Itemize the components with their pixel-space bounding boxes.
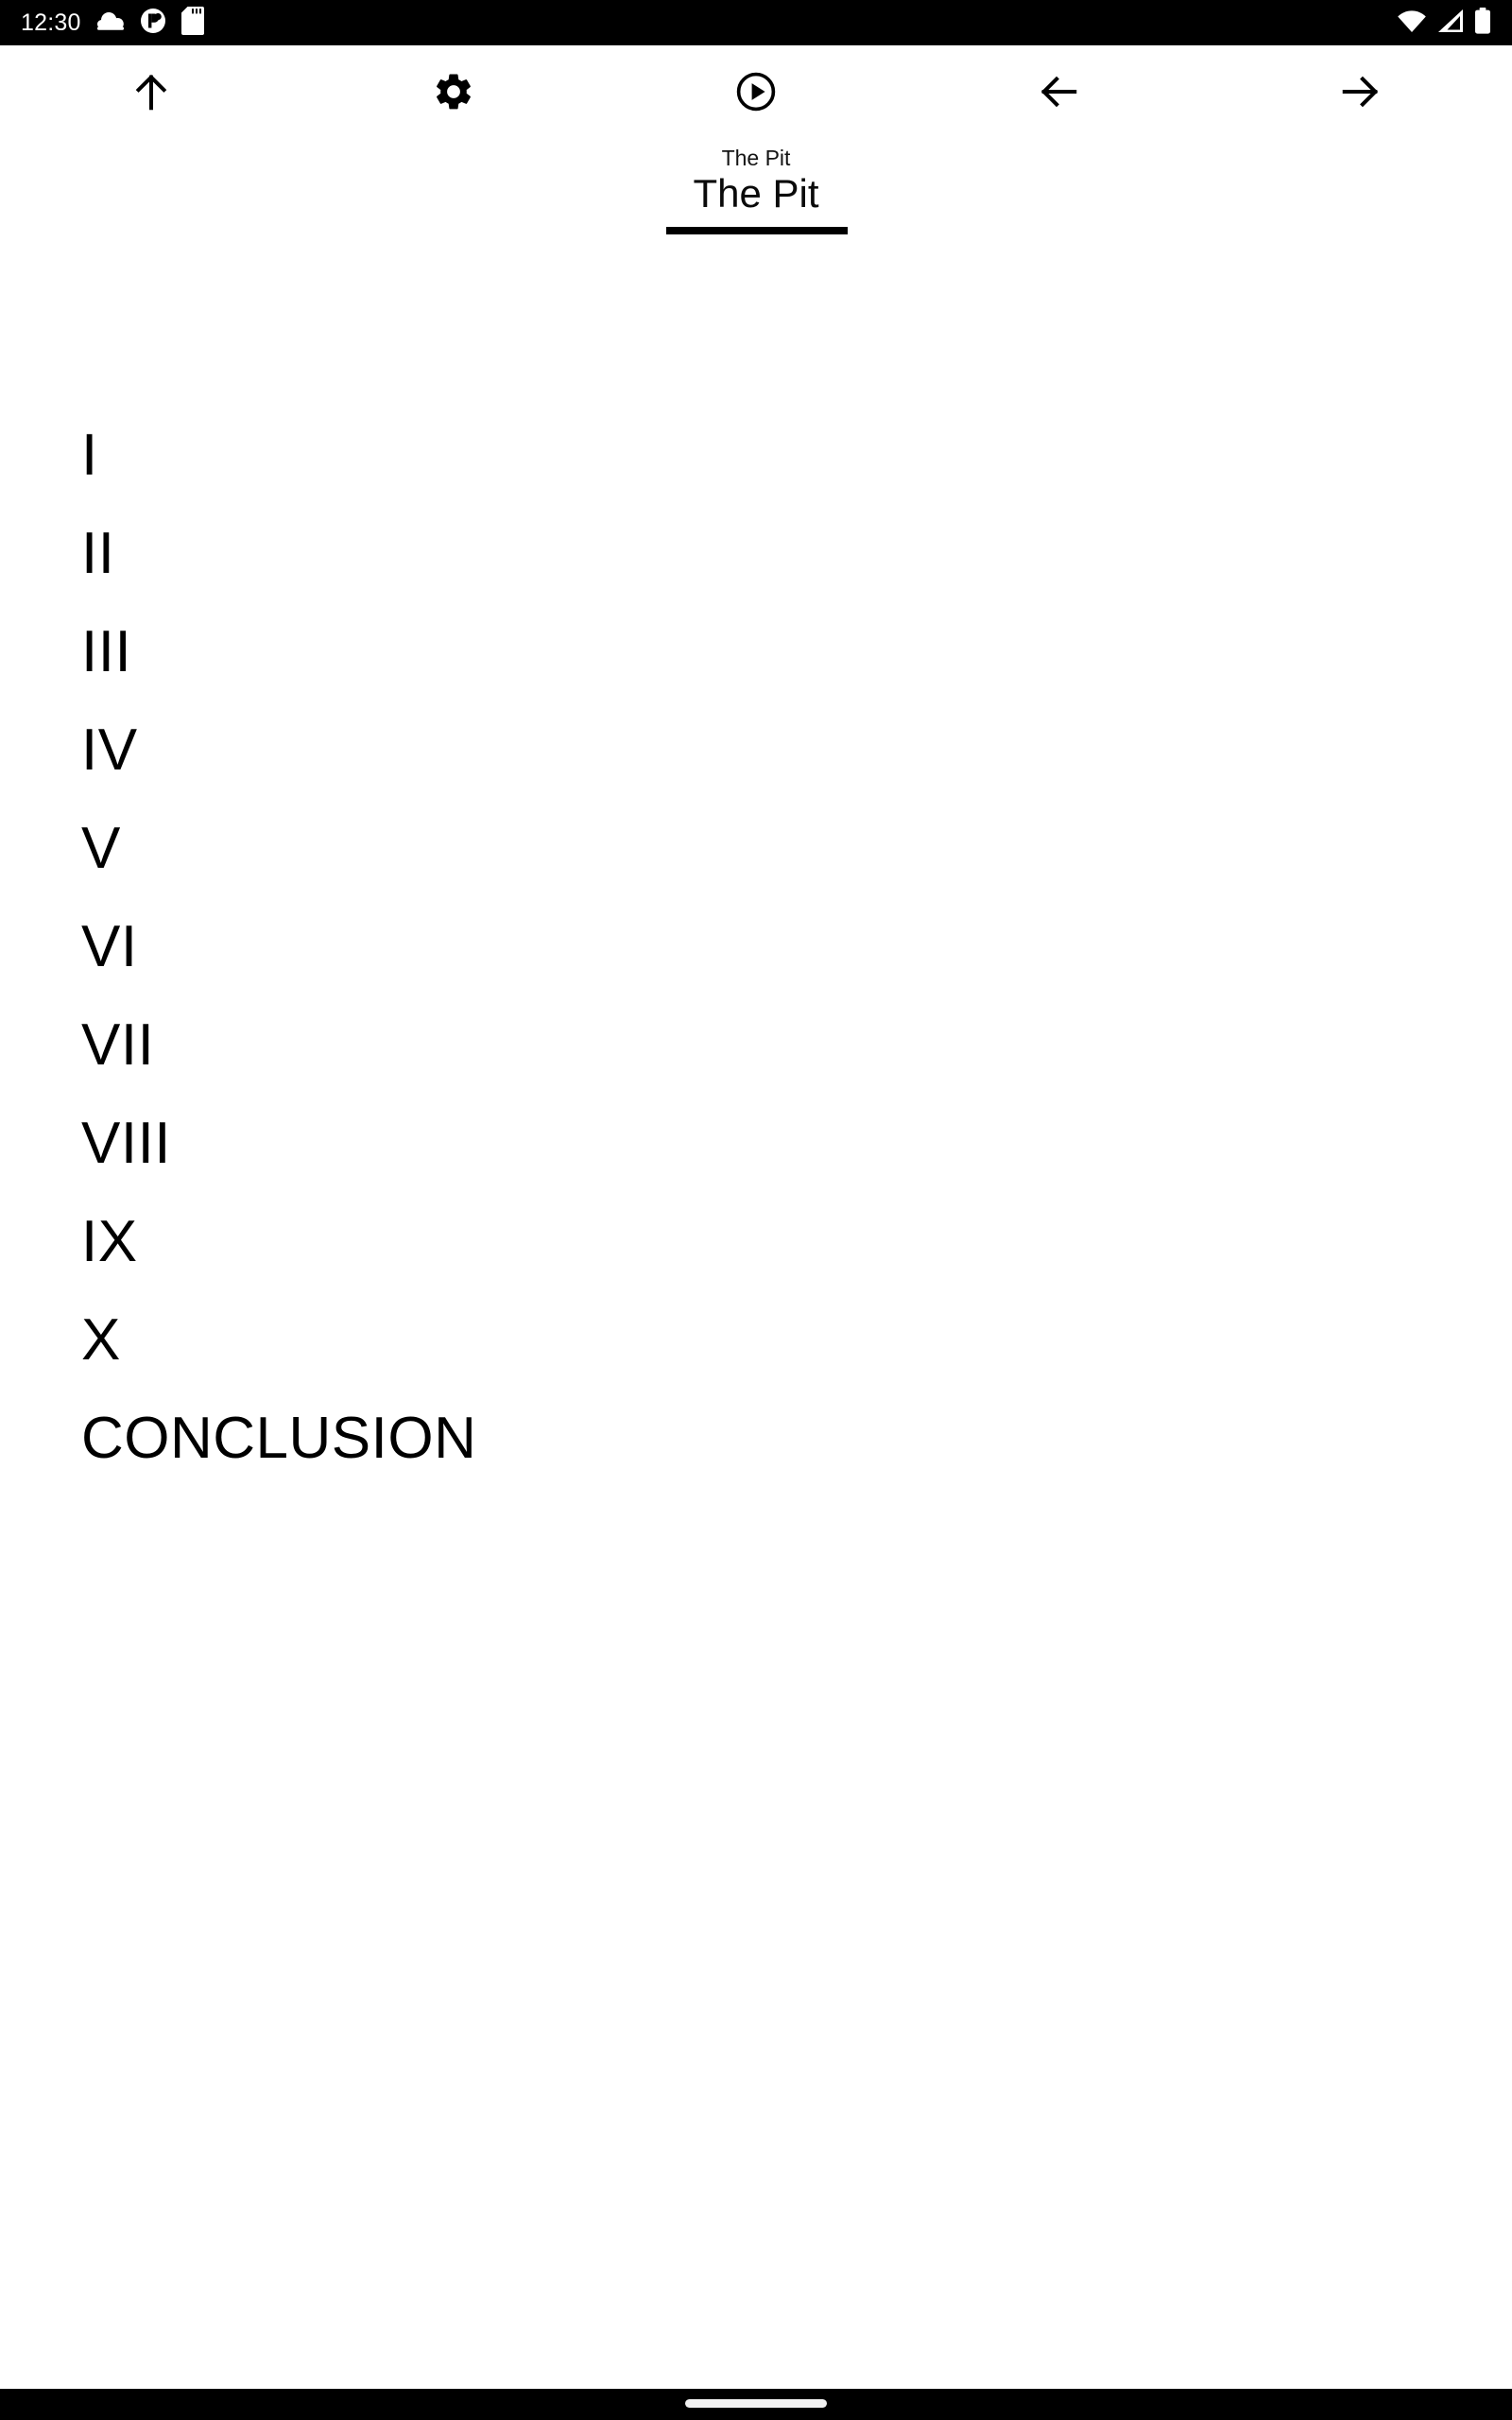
battery-icon: [1474, 7, 1491, 39]
status-bar: 12:30: [0, 0, 1512, 45]
status-bar-left: 12:30: [21, 6, 204, 40]
title-area: The Pit The Pit: [0, 140, 1512, 234]
cellular-signal-icon: [1436, 9, 1465, 38]
play-button[interactable]: [699, 45, 813, 140]
home-indicator[interactable]: [685, 2399, 827, 2408]
scroll-to-top-button[interactable]: [94, 45, 208, 140]
back-button[interactable]: [1002, 45, 1115, 140]
app-screen: 12:30 The Pit The Pit I II III IV V VI V…: [0, 0, 1512, 2420]
gear-icon: [432, 70, 475, 116]
sd-card-icon: [180, 6, 204, 40]
list-item[interactable]: III: [0, 603, 1512, 701]
arrow-right-icon: [1339, 70, 1383, 116]
table-of-contents: I II III IV V VI VII VIII IX X CONCLUSIO…: [0, 406, 1512, 1488]
book-title-label: The Pit: [721, 146, 791, 170]
status-clock: 12:30: [21, 9, 81, 36]
wifi-icon: [1397, 9, 1427, 38]
status-bar-right: [1397, 7, 1491, 39]
list-item[interactable]: IV: [0, 701, 1512, 800]
list-item[interactable]: CONCLUSION: [0, 1390, 1512, 1488]
list-item[interactable]: IX: [0, 1193, 1512, 1291]
arrow-up-icon: [129, 70, 173, 116]
list-item[interactable]: I: [0, 406, 1512, 505]
list-item[interactable]: VII: [0, 996, 1512, 1095]
list-item[interactable]: II: [0, 505, 1512, 603]
notification-circle-icon: [140, 8, 166, 39]
list-item[interactable]: X: [0, 1291, 1512, 1390]
list-item[interactable]: VI: [0, 898, 1512, 996]
list-item[interactable]: V: [0, 800, 1512, 898]
arrow-left-icon: [1037, 70, 1080, 116]
tab-label: The Pit: [693, 174, 819, 216]
tab-the-pit[interactable]: The Pit: [662, 174, 850, 234]
cloud-icon: [96, 9, 125, 38]
system-navigation-bar: [0, 2389, 1512, 2420]
tab-active-underline: [666, 227, 848, 234]
forward-button[interactable]: [1304, 45, 1418, 140]
play-circle-icon: [734, 70, 778, 116]
settings-button[interactable]: [397, 45, 510, 140]
toolbar: [0, 45, 1512, 140]
list-item[interactable]: VIII: [0, 1095, 1512, 1193]
